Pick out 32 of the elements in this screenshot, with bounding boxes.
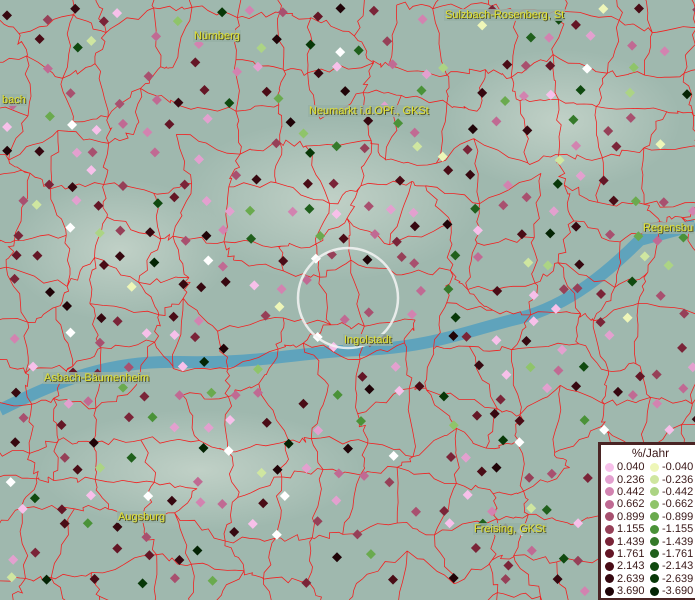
- place-label: Nürnberg: [193, 30, 241, 42]
- legend-value: 2.639: [617, 572, 646, 585]
- legend-value: -0.899: [662, 510, 694, 523]
- legend-value: -1.439: [662, 536, 694, 548]
- legend-value: 1.439: [617, 536, 646, 548]
- legend-value: 0.040: [617, 461, 646, 474]
- place-label: bach: [1, 94, 27, 106]
- legend-value: -0.662: [662, 498, 694, 510]
- legend-value: -0.040: [662, 461, 694, 474]
- legend-value: 0.442: [617, 486, 646, 498]
- legend-value: 1.155: [617, 523, 646, 536]
- place-label: Sulzbach-Rosenberg, St: [444, 9, 566, 21]
- place-label: Augsburg: [117, 511, 166, 523]
- legend-title: %/Jahr: [630, 446, 670, 460]
- legend-value: -0.236: [662, 474, 694, 486]
- legend-value: 2.143: [617, 560, 646, 572]
- legend-value: -1.155: [662, 523, 694, 536]
- place-label: Neumarkt i.d.OPf., GKSt: [308, 105, 430, 117]
- legend-value: -3.690: [662, 585, 694, 598]
- legend-value: 0.236: [617, 474, 646, 486]
- legend-value: 1.761: [617, 548, 646, 560]
- legend-value: -1.761: [662, 548, 694, 560]
- legend-value: -2.143: [662, 560, 694, 572]
- legend-value: 3.690: [617, 585, 646, 598]
- legend-value: 0.899: [617, 510, 646, 523]
- legend-value: -2.639: [662, 572, 694, 585]
- legend-value: 0.662: [617, 498, 646, 510]
- place-label: Freising, GKSt: [473, 523, 547, 535]
- place-label: Ingolstadt: [343, 334, 393, 346]
- place-label: Regensbu: [642, 222, 694, 234]
- legend-value: -0.442: [662, 486, 694, 498]
- place-label: Asbach-Bäumenheim: [43, 372, 150, 384]
